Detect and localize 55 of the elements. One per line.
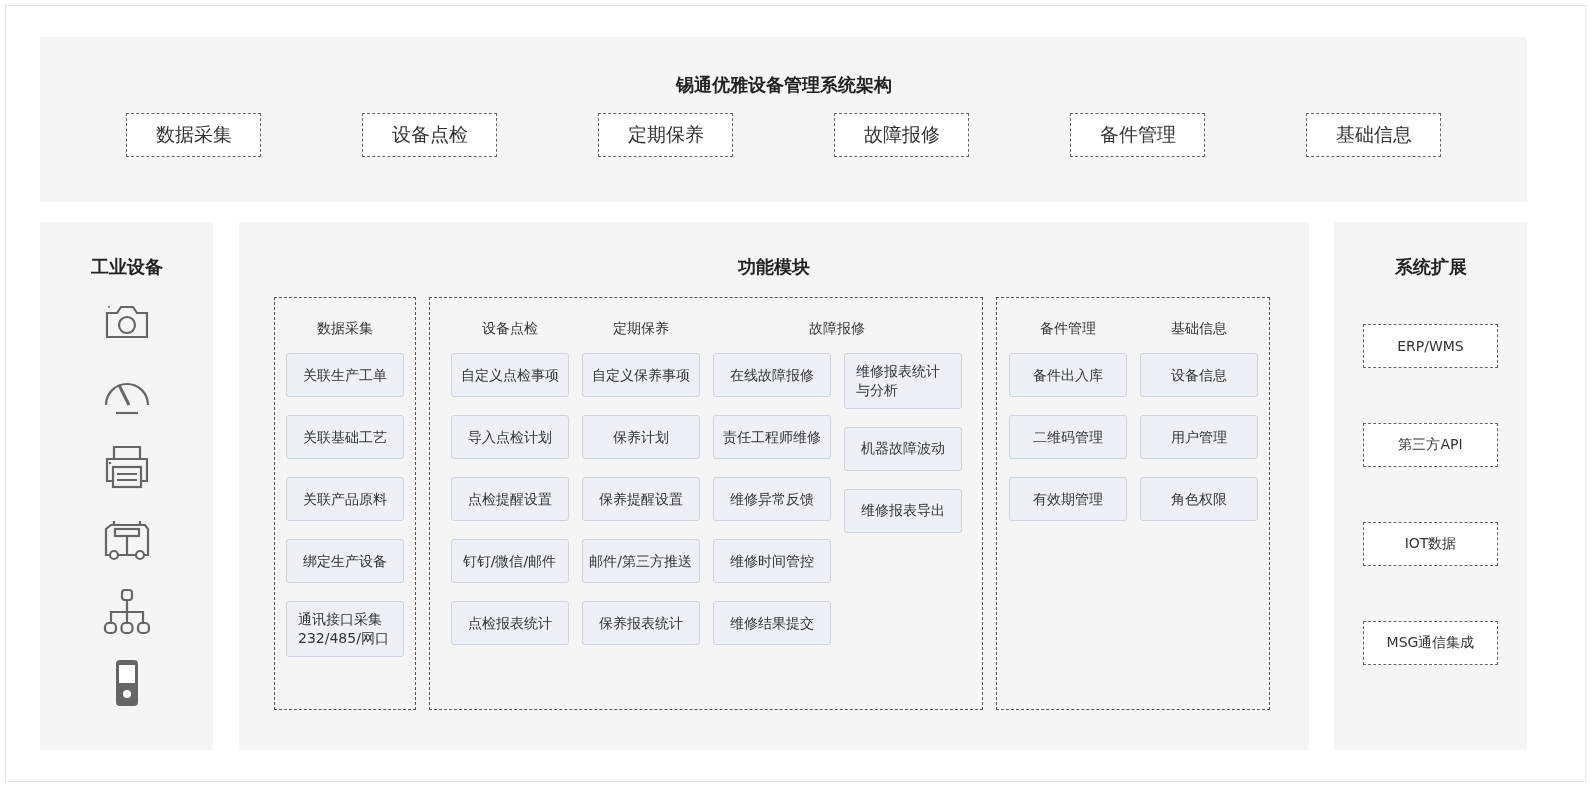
handheld-terminal-icon [115,660,138,706]
group-heading: 数据采集 [317,320,373,338]
group-heading: 基础信息 [1170,320,1227,338]
function-item: 关联产品原料 [286,477,404,521]
panel-title: 工业设备 [90,255,163,279]
module-tag: 定期保养 [598,113,733,157]
group-heading: 备件管理 [1039,320,1096,338]
function-item: 绑定生产设备 [286,539,404,583]
function-item: 在线故障报修 [712,353,831,397]
function-item: 自定义保养事项 [581,353,700,397]
function-item: 保养报表统计 [581,601,700,645]
module-tag: 备件管理 [1070,113,1205,157]
module-tag: 数据采集 [126,113,261,157]
extension-tag: ERP/WMS [1363,324,1498,368]
function-item: 备件出入库 [1008,353,1127,397]
function-item: 责任工程师维修 [712,415,831,459]
printer-icon [105,445,148,489]
group-heading: 设备点检 [481,320,538,338]
function-item: 维修时间管控 [712,539,831,583]
function-item: 维修异常反馈 [712,477,831,521]
function-item: 点检提醒设置 [450,477,569,521]
function-item: 维修报表统计与分析 [843,353,962,409]
panel-title: 系统扩展 [1394,255,1467,279]
vehicle-icon [104,519,149,561]
function-item: 设备信息 [1139,353,1258,397]
extension-tag: MSG通信集成 [1363,621,1498,665]
module-tag: 基础信息 [1306,113,1441,157]
function-item: 邮件/第三方推送 [581,539,700,583]
function-item: 钉钉/微信/邮件 [450,539,569,583]
module-tag: 故障报修 [834,113,969,157]
function-item: 机器故障波动 [843,426,962,471]
function-item: 用户管理 [1139,415,1258,459]
function-item: 关联基础工艺 [286,415,404,459]
function-item: 保养提醒设置 [581,477,700,521]
module-tag: 设备点检 [362,113,497,157]
function-item: 点检报表统计 [450,601,569,645]
group-heading: 故障报修 [809,320,865,338]
function-item: 二维码管理 [1008,415,1127,459]
function-item: 角色权限 [1139,477,1258,521]
camera-icon [105,305,148,339]
extension-tag: 第三方API [1363,423,1498,467]
panel-title: 功能模块 [738,255,810,279]
function-item: 通讯接口采集 232/485/网口 [286,601,404,657]
function-item: 维修结果提交 [712,601,831,645]
diagram-title: 锡通优雅设备管理系统架构 [675,73,892,97]
extension-tag: IOT数据 [1363,522,1498,566]
function-item: 导入点检计划 [450,415,569,459]
group-heading: 定期保养 [612,320,669,338]
gauge-icon [104,382,149,415]
function-item: 维修报表导出 [843,488,962,533]
function-item: 关联生产工单 [286,353,404,397]
function-item: 有效期管理 [1008,477,1127,521]
function-item: 自定义点检事项 [450,353,569,397]
function-item: 保养计划 [581,415,700,459]
hierarchy-icon [103,588,150,635]
